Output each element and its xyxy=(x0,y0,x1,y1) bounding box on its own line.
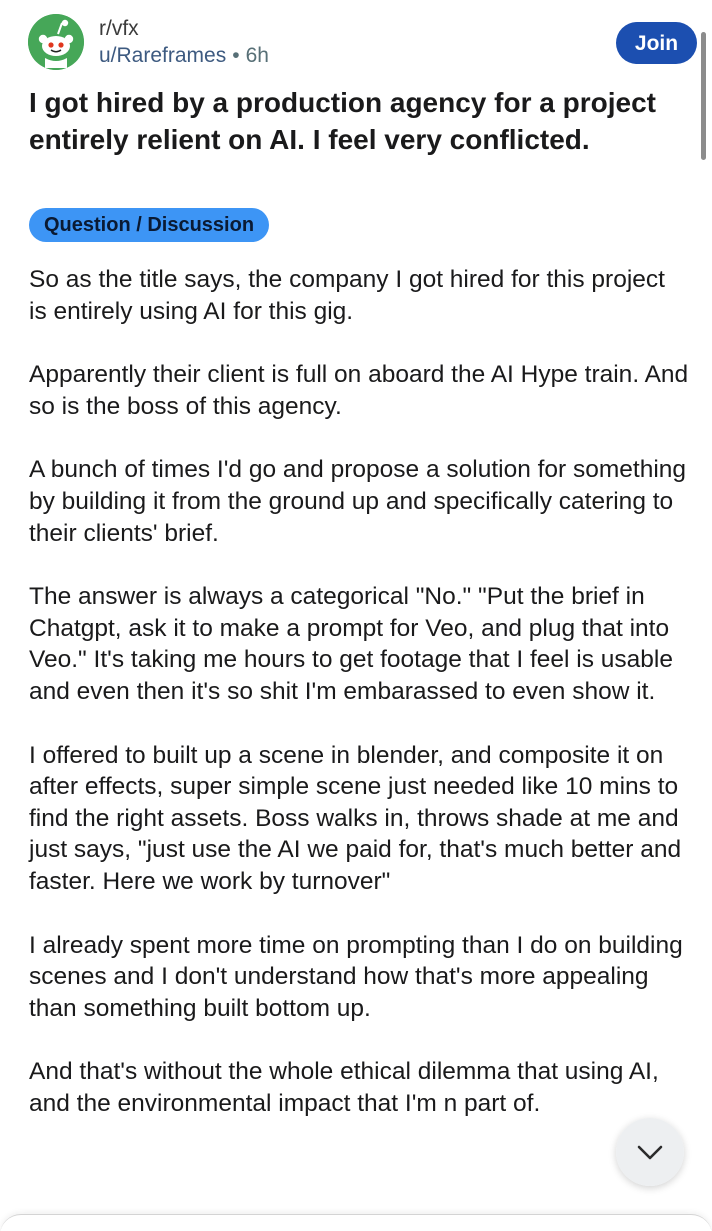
post-body: So as the title says, the company I got … xyxy=(29,264,689,1151)
post-header: r/vfx u/Rareframes • 6h Join xyxy=(0,0,712,80)
join-button[interactable]: Join xyxy=(616,22,697,64)
body-paragraph: And that's without the whole ethical dil… xyxy=(29,1058,659,1117)
body-paragraph: Apparently their client is full on aboar… xyxy=(29,361,689,420)
body-paragraph: A bunch of times I'd go and propose a so… xyxy=(29,456,687,547)
chevron-down-icon xyxy=(637,1145,663,1160)
subreddit-avatar[interactable] xyxy=(28,14,84,70)
post-age: 6h xyxy=(245,44,269,67)
scrollbar[interactable] xyxy=(701,32,706,160)
bottom-sheet-edge xyxy=(0,1214,712,1231)
subreddit-name[interactable]: r/vfx xyxy=(99,16,139,42)
post-title: I got hired by a production agency for a… xyxy=(29,87,656,155)
meta-separator: • xyxy=(232,44,240,67)
body-paragraph: I offered to built up a scene in blender… xyxy=(29,741,682,895)
author-link[interactable]: u/Rareframes xyxy=(99,44,226,67)
body-paragraph: So as the title says, the company I got … xyxy=(29,266,665,325)
post-meta: u/Rareframes • 6h xyxy=(99,43,269,69)
body-paragraph: I already spent more time on prompting t… xyxy=(29,931,683,1022)
reddit-snoo-icon xyxy=(28,14,84,70)
body-paragraph: The answer is always a categorical "No."… xyxy=(29,583,673,705)
flair-badge[interactable]: Question / Discussion xyxy=(29,208,270,242)
scroll-down-button[interactable] xyxy=(616,1118,684,1186)
